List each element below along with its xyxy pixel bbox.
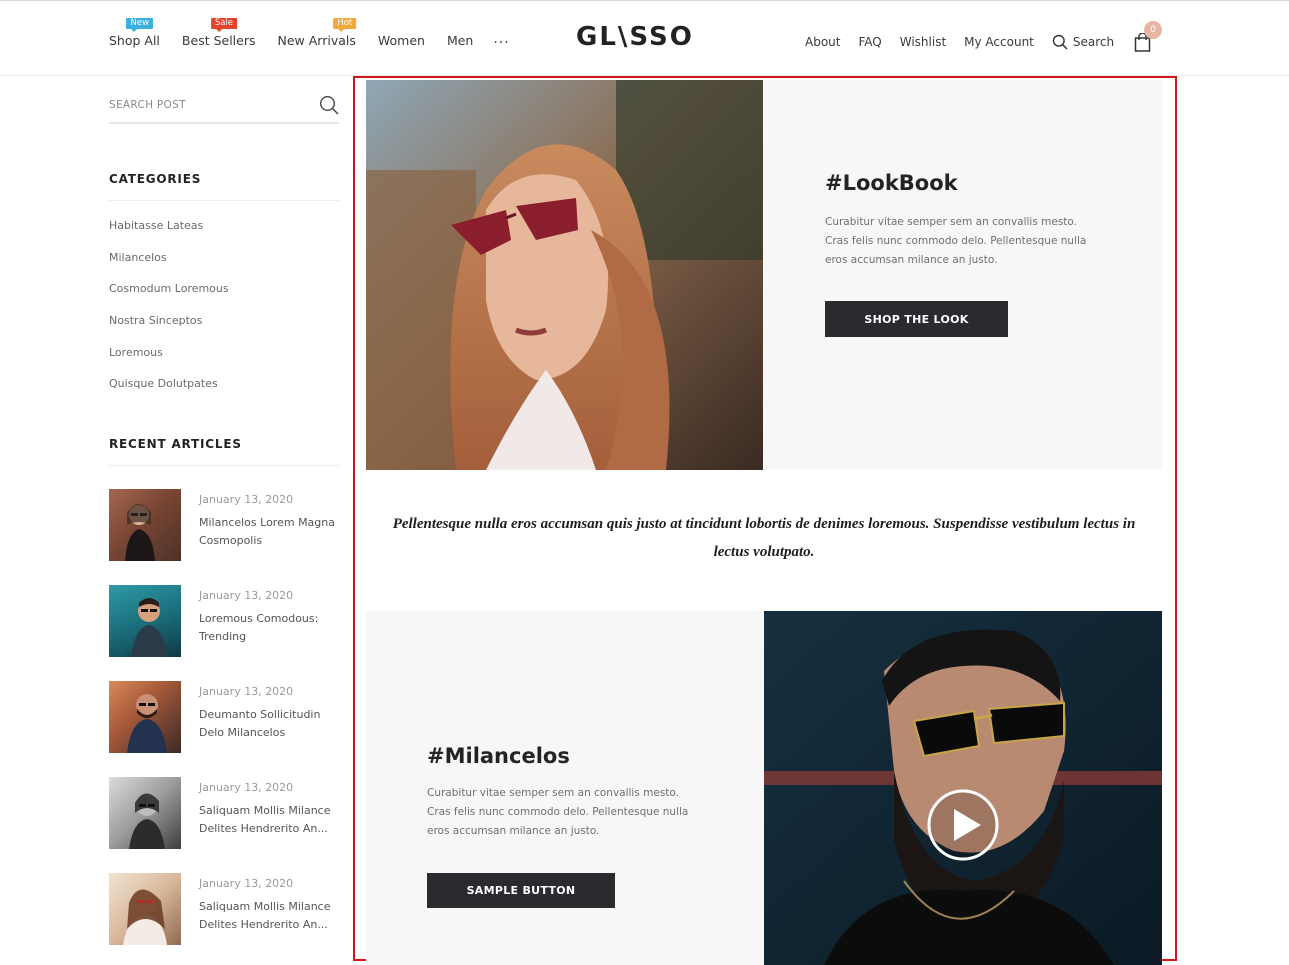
post-search bbox=[109, 90, 339, 124]
play-icon bbox=[927, 789, 999, 861]
article-date: January 13, 2020 bbox=[199, 781, 294, 794]
site-logo[interactable]: GL\SSO bbox=[576, 22, 694, 52]
article-date: January 13, 2020 bbox=[199, 685, 294, 698]
cart-button[interactable]: 0 bbox=[1134, 21, 1163, 53]
hot-badge: Hot bbox=[333, 17, 357, 32]
play-video-button[interactable] bbox=[927, 789, 999, 861]
article-title[interactable]: Saliquam Mollis Milance Delites Hendreri… bbox=[199, 802, 339, 838]
article-thumbnail[interactable] bbox=[109, 777, 181, 849]
milancelos-description: Curabitur vitae semper sem an convallis … bbox=[427, 787, 689, 837]
nav-shop-all[interactable]: New Shop All bbox=[109, 17, 160, 48]
article-date: January 13, 2020 bbox=[199, 877, 294, 890]
category-item[interactable]: Cosmodum Loremous bbox=[109, 282, 229, 314]
nav-faq[interactable]: FAQ bbox=[858, 35, 881, 49]
milancelos-panel: #Milancelos Curabitur vitae semper sem a… bbox=[366, 611, 764, 965]
nav-shop-all-label: Shop All bbox=[109, 32, 160, 48]
recent-article[interactable]: January 13, 2020 Saliquam Mollis Milance… bbox=[109, 873, 339, 965]
article-thumbnail[interactable] bbox=[109, 873, 181, 945]
recent-article[interactable]: January 13, 2020 Saliquam Mollis Milance… bbox=[109, 777, 339, 873]
search-icon bbox=[1052, 34, 1068, 50]
nav-more-label: ... bbox=[493, 31, 510, 47]
recent-articles-heading: RECENT ARTICLES bbox=[109, 437, 339, 466]
lookbook-image[interactable] bbox=[366, 80, 763, 470]
nav-women[interactable]: Women bbox=[378, 33, 425, 48]
nav-men[interactable]: Men bbox=[447, 33, 473, 48]
primary-nav: New Shop All Sale Best Sellers Hot New A… bbox=[109, 17, 532, 48]
nav-about[interactable]: About bbox=[805, 35, 840, 49]
search-label: Search bbox=[1072, 35, 1115, 49]
lookbook-description: Curabitur vitae semper sem an convallis … bbox=[825, 216, 1087, 266]
category-item[interactable]: Milancelos bbox=[109, 251, 229, 283]
lookbook-panel: #LookBook Curabitur vitae semper sem an … bbox=[763, 80, 1162, 470]
recent-article[interactable]: January 13, 2020 Deumanto Sollicitudin D… bbox=[109, 681, 339, 777]
nav-men-label: Men bbox=[446, 32, 474, 48]
blog-sidebar: CATEGORIES Habitasse Lateas Milancelos C… bbox=[109, 90, 339, 945]
search-icon[interactable] bbox=[319, 95, 339, 115]
shop-the-look-button[interactable]: SHOP THE LOOK bbox=[825, 301, 1008, 337]
nav-new-arrivals-label: New Arrivals bbox=[277, 32, 356, 48]
new-badge: New bbox=[126, 17, 154, 32]
category-item[interactable]: Loremous bbox=[109, 346, 229, 378]
nav-new-arrivals[interactable]: Hot New Arrivals bbox=[277, 17, 357, 48]
category-item[interactable]: Nostra Sinceptos bbox=[109, 314, 229, 346]
article-thumbnail[interactable] bbox=[109, 585, 181, 657]
sample-button[interactable]: SAMPLE BUTTON bbox=[427, 873, 615, 908]
blog-quote: Pellentesque nulla eros accumsan quis ju… bbox=[392, 516, 1136, 560]
category-item[interactable]: Quisque Dolutpates bbox=[109, 377, 229, 409]
lookbook-title: #LookBook bbox=[825, 171, 958, 195]
milancelos-video[interactable] bbox=[764, 611, 1162, 965]
nav-best-sellers[interactable]: Sale Best Sellers bbox=[181, 17, 256, 48]
article-date: January 13, 2020 bbox=[199, 589, 294, 602]
nav-best-sellers-label: Best Sellers bbox=[181, 32, 256, 48]
sale-badge: Sale bbox=[210, 17, 238, 32]
categories-heading: CATEGORIES bbox=[109, 172, 339, 201]
recent-article[interactable]: January 13, 2020 Milancelos Lorem Magna … bbox=[109, 489, 339, 585]
article-date: January 13, 2020 bbox=[199, 493, 294, 506]
article-title[interactable]: Saliquam Mollis Milance Delites Hendreri… bbox=[199, 898, 339, 934]
recent-article[interactable]: January 13, 2020 Loremous Comodous: Tren… bbox=[109, 585, 339, 681]
nav-more[interactable]: ... bbox=[493, 31, 509, 47]
recent-articles-list: January 13, 2020 Milancelos Lorem Magna … bbox=[109, 489, 339, 965]
search-post-input[interactable] bbox=[109, 90, 309, 120]
category-item[interactable]: Habitasse Lateas bbox=[109, 219, 229, 251]
site-header: New Shop All Sale Best Sellers Hot New A… bbox=[0, 0, 1289, 76]
secondary-nav: About FAQ Wishlist My Account Search 0 bbox=[805, 21, 1163, 53]
cart-count-badge: 0 bbox=[1144, 21, 1163, 39]
nav-my-account[interactable]: My Account bbox=[964, 35, 1034, 49]
article-title[interactable]: Loremous Comodous: Trending bbox=[199, 610, 339, 646]
article-thumbnail[interactable] bbox=[109, 681, 181, 753]
nav-wishlist[interactable]: Wishlist bbox=[900, 35, 946, 49]
article-title[interactable]: Milancelos Lorem Magna Cosmopolis bbox=[199, 514, 339, 550]
category-list: Habitasse Lateas Milancelos Cosmodum Lor… bbox=[109, 219, 229, 409]
article-thumbnail[interactable] bbox=[109, 489, 181, 561]
article-title[interactable]: Deumanto Sollicitudin Delo Milancelos bbox=[199, 706, 339, 742]
milancelos-title: #Milancelos bbox=[427, 744, 570, 768]
header-search[interactable]: Search bbox=[1052, 34, 1114, 50]
nav-women-label: Women bbox=[377, 32, 425, 48]
